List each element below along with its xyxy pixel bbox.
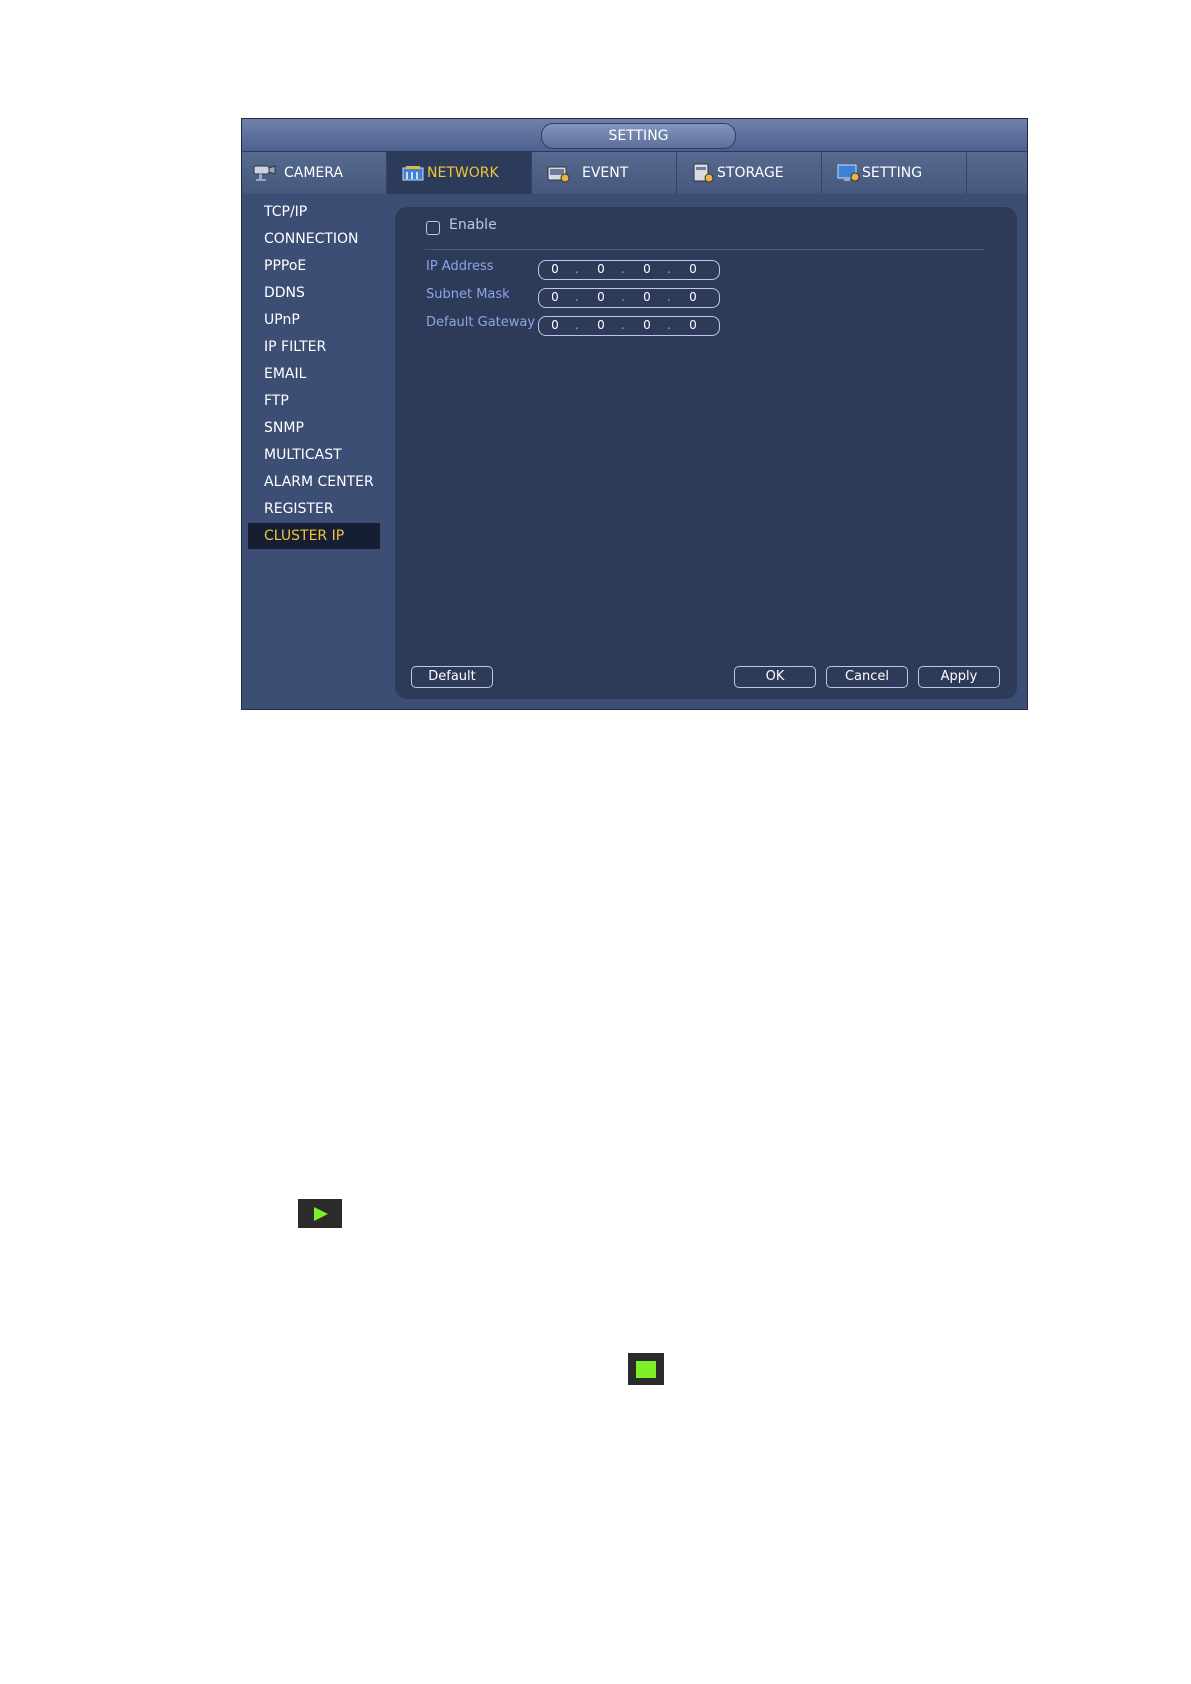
tab-setting-label: SETTING	[862, 165, 923, 181]
default-button[interactable]: Default	[411, 666, 493, 688]
sidebar-item-snmp[interactable]: SNMP	[248, 415, 380, 441]
panel-divider	[425, 249, 985, 250]
subnet-mask-octet-3: 0	[643, 290, 651, 304]
sidebar-item-ddns[interactable]: DDNS	[248, 280, 380, 306]
storage-icon	[693, 163, 714, 183]
sidebar-item-pppoe[interactable]: PPPoE	[248, 253, 380, 279]
default-gateway-octet-4: 0	[689, 318, 697, 332]
subnet-mask-label: Subnet Mask	[426, 287, 510, 302]
default-gateway-octet-1: 0	[551, 318, 559, 332]
tab-camera[interactable]: CAMERA	[242, 152, 387, 194]
sidebar-item-email[interactable]: EMAIL	[248, 361, 380, 387]
ip-separator: .	[575, 290, 579, 304]
ip-address-octet-3: 0	[643, 262, 651, 276]
ip-separator: .	[667, 262, 671, 276]
sidebar-item-multicast[interactable]: MULTICAST	[248, 442, 380, 468]
cluster-ip-panel: Enable IP Address 0 . 0 . 0 . 0 Subnet M…	[395, 207, 1017, 699]
tab-event[interactable]: EVENT	[532, 152, 677, 194]
sidebar: TCP/IP CONNECTION PPPoE DDNS UPnP IP FIL…	[242, 194, 384, 711]
subnet-mask-field[interactable]: 0 . 0 . 0 . 0	[538, 288, 720, 308]
tab-network-label: NETWORK	[427, 165, 499, 181]
network-icon	[402, 166, 424, 181]
sidebar-item-connection[interactable]: CONNECTION	[248, 226, 380, 252]
play-triangle	[314, 1207, 328, 1221]
setting-icon	[837, 164, 860, 182]
cancel-button[interactable]: Cancel	[826, 666, 908, 688]
ip-separator: .	[575, 318, 579, 332]
main-tabbar: CAMERA NETWORK EVENT STORAGE SETTING	[242, 152, 1027, 194]
ip-separator: .	[621, 262, 625, 276]
tab-event-label: EVENT	[582, 165, 629, 181]
event-icon	[547, 166, 570, 183]
ok-button[interactable]: OK	[734, 666, 816, 688]
ip-separator: .	[667, 318, 671, 332]
play-icon	[298, 1199, 342, 1228]
tab-camera-label: CAMERA	[284, 165, 344, 181]
ip-separator: .	[575, 262, 579, 276]
sidebar-item-tcpip[interactable]: TCP/IP	[248, 199, 380, 225]
ip-address-field[interactable]: 0 . 0 . 0 . 0	[538, 260, 720, 280]
subnet-mask-octet-2: 0	[597, 290, 605, 304]
ip-address-octet-4: 0	[689, 262, 697, 276]
default-gateway-octet-2: 0	[597, 318, 605, 332]
camera-icon	[253, 165, 276, 181]
tab-storage[interactable]: STORAGE	[677, 152, 822, 194]
ip-separator: .	[667, 290, 671, 304]
ip-separator: .	[621, 318, 625, 332]
ip-separator: .	[621, 290, 625, 304]
sidebar-item-ip-filter[interactable]: IP FILTER	[248, 334, 380, 360]
default-gateway-label: Default Gateway	[426, 315, 536, 330]
green-square-icon	[628, 1353, 664, 1385]
sidebar-item-ftp[interactable]: FTP	[248, 388, 380, 414]
default-gateway-field[interactable]: 0 . 0 . 0 . 0	[538, 316, 720, 336]
ip-address-octet-2: 0	[597, 262, 605, 276]
enable-checkbox[interactable]	[426, 221, 440, 235]
subnet-mask-octet-1: 0	[551, 290, 559, 304]
window-title: SETTING	[541, 123, 736, 149]
apply-button[interactable]: Apply	[918, 666, 1000, 688]
ip-address-octet-1: 0	[551, 262, 559, 276]
green-square-fill	[636, 1361, 656, 1378]
subnet-mask-octet-4: 0	[689, 290, 697, 304]
setting-window: SETTING CAMERA NETWORK EVENT STORAGE SET…	[241, 118, 1028, 710]
default-gateway-octet-3: 0	[643, 318, 651, 332]
tab-storage-label: STORAGE	[717, 165, 784, 181]
window-titlebar: SETTING	[242, 119, 1027, 152]
tab-setting[interactable]: SETTING	[822, 152, 967, 194]
sidebar-item-cluster-ip[interactable]: CLUSTER IP	[248, 523, 380, 549]
ip-address-label: IP Address	[426, 259, 494, 274]
enable-label: Enable	[449, 217, 497, 233]
sidebar-item-register[interactable]: REGISTER	[248, 496, 380, 522]
tab-network[interactable]: NETWORK	[387, 152, 532, 194]
sidebar-item-alarm-center[interactable]: ALARM CENTER	[248, 469, 380, 495]
sidebar-item-upnp[interactable]: UPnP	[248, 307, 380, 333]
